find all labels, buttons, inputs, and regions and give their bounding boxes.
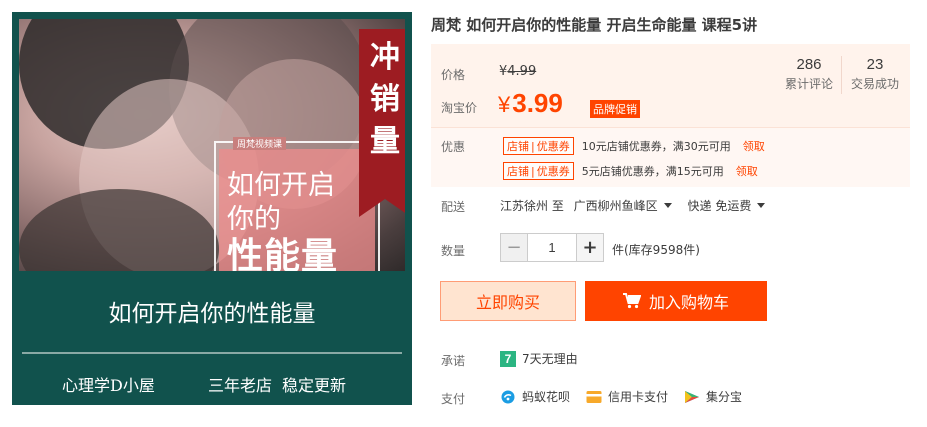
ribbon-char: 冲	[370, 40, 400, 75]
payment-methods: 蚂蚁花呗 信用卡支付 集分宝	[500, 388, 758, 405]
stock-text: 件(库存9598件)	[612, 243, 700, 257]
ship-from: 江苏徐州 至	[500, 199, 564, 213]
coupon-row: 店铺 | 优惠券 10元店铺优惠券，满30元可用 领取	[503, 137, 765, 155]
cart-icon	[622, 293, 641, 309]
original-price-value: 4.99	[507, 64, 537, 79]
increase-quantity-button[interactable]: +	[577, 234, 603, 261]
sales-count: 23	[866, 56, 884, 73]
product-photo: 周梵视频课 如何开启 你的 性能量 冲 销 量	[19, 19, 405, 271]
sales-count-label: 交易成功	[850, 77, 899, 91]
claim-coupon-link[interactable]: 领取	[736, 165, 758, 178]
ship-to-value: 广西柳州鱼峰区	[573, 199, 658, 213]
quantity-label: 数量	[441, 244, 466, 258]
shipping-row: 江苏徐州 至 广西柳州鱼峰区 快递 免运费	[500, 197, 777, 214]
coupon-tag-left: 店铺	[507, 165, 529, 178]
credit-card-icon	[586, 390, 602, 403]
payment-method-name: 集分宝	[706, 390, 743, 404]
image-footer-text: 三年老店	[208, 376, 273, 395]
coupon-text: 5元店铺优惠券，满15元可用	[581, 165, 724, 178]
promise-text: 7天无理由	[522, 352, 578, 366]
huabei-icon	[501, 390, 515, 403]
stat-divider	[841, 56, 842, 94]
payment-label: 支付	[441, 392, 466, 406]
add-to-cart-label: 加入购物车	[648, 293, 729, 312]
promise-item[interactable]: 7 7天无理由	[500, 350, 578, 367]
original-price-label: 价格	[441, 68, 466, 82]
ship-to-dropdown[interactable]: 广西柳州鱼峰区	[568, 198, 684, 213]
image-divider	[22, 352, 402, 354]
coupon-tag-left: 店铺	[507, 140, 529, 153]
promo-badge: 品牌促销	[590, 100, 640, 118]
ribbon-char: 量	[370, 124, 400, 159]
coupon-tag-separator: |	[531, 140, 535, 153]
quantity-stepper: − +	[500, 233, 604, 262]
overlay-line-3: 性能量	[227, 236, 339, 271]
coupon-tag-right: 优惠券	[536, 165, 570, 178]
payment-method-credit-card[interactable]: 信用卡支付	[586, 388, 668, 405]
coupon-panel: 优惠 店铺 | 优惠券 10元店铺优惠券，满30元可用 领取 店铺 | 优惠券 5元店铺优惠券…	[431, 127, 910, 187]
chevron-down-icon	[757, 203, 766, 208]
payment-method-huabei[interactable]: 蚂蚁花呗	[500, 388, 570, 405]
overlay-small-text: 周梵视频课	[233, 137, 287, 150]
chevron-down-icon	[663, 203, 672, 208]
taobao-price-label: 淘宝价	[441, 101, 478, 115]
buy-now-button[interactable]: 立即购买	[440, 281, 576, 321]
ribbon-char: 销	[370, 82, 400, 117]
review-count: 286	[796, 56, 822, 73]
product-title: 周梵 如何开启你的性能量 开启生命能量 课程5讲	[431, 16, 758, 34]
current-price-currency: ¥	[498, 92, 511, 117]
payment-method-name: 信用卡支付	[608, 390, 669, 404]
current-price-value: 3.99	[512, 88, 563, 118]
coupon-text: 10元店铺优惠券，满30元可用	[581, 140, 731, 153]
payment-method-jifenbao[interactable]: 集分宝	[684, 388, 742, 405]
product-image: 周梵视频课 如何开启 你的 性能量 冲 销 量 如何开启你的性能量 心理学D小屋…	[12, 12, 412, 405]
jifenbao-icon	[685, 390, 700, 403]
quantity-input[interactable]	[527, 234, 577, 261]
decrease-quantity-button[interactable]: −	[501, 234, 527, 261]
review-count-stat[interactable]: 286 累计评论	[780, 56, 838, 92]
coupon-tag: 店铺 | 优惠券	[503, 137, 574, 155]
shipping-label: 配送	[441, 200, 466, 214]
add-to-cart-button[interactable]: 加入购物车	[585, 281, 767, 321]
coupon-tag: 店铺 | 优惠券	[503, 162, 574, 180]
coupon-row: 店铺 | 优惠券 5元店铺优惠券，满15元可用 领取	[503, 162, 758, 180]
ship-method-dropdown[interactable]: 快递 免运费	[687, 198, 778, 213]
sales-count-stat: 23 交易成功	[846, 56, 904, 92]
review-count-label: 累计评论	[784, 77, 833, 91]
ship-method-value: 快递 免运费	[687, 199, 752, 213]
coupon-tag-right: 优惠券	[536, 140, 570, 153]
promise-label: 承诺	[441, 354, 466, 368]
image-footer-text: 心理学D小屋	[62, 376, 155, 395]
image-footer-text: 稳定更新	[282, 376, 347, 395]
hot-sales-ribbon: 冲 销 量	[359, 29, 405, 217]
image-banner-title: 如何开启你的性能量	[108, 301, 316, 327]
payment-method-name: 蚂蚁花呗	[522, 390, 571, 404]
coupon-label: 优惠	[441, 140, 466, 154]
original-price: ¥4.99	[499, 64, 536, 79]
price-panel: 价格 ¥4.99 淘宝价 ¥3.99 品牌促销 286 累计评论 23 交易成功	[431, 44, 910, 127]
seven-day-return-icon: 7	[500, 350, 516, 367]
claim-coupon-link[interactable]: 领取	[743, 140, 765, 153]
current-price: ¥3.99	[498, 88, 563, 119]
coupon-tag-separator: |	[531, 165, 535, 178]
